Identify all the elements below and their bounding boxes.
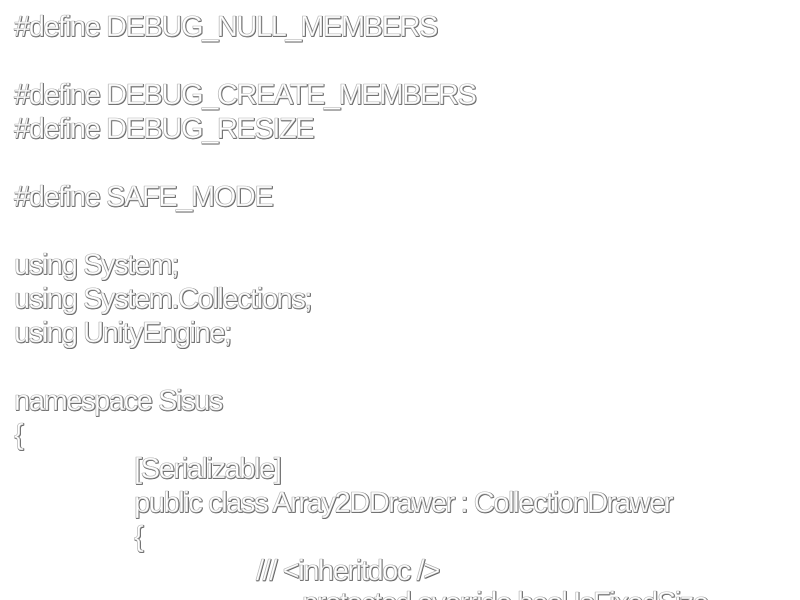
code-line-namespace-open-brace: { — [14, 419, 24, 452]
code-line-serializable-attribute: [Serializable] — [134, 453, 282, 486]
code-line-property-declaration-partial: protected override bool IsFixedSize — [302, 586, 710, 600]
code-document: #define DEBUG_NULL_MEMBERS #define DEBUG… — [0, 0, 800, 600]
code-line-define-debug-resize: #define DEBUG_RESIZE — [14, 113, 315, 146]
code-line-define-debug-null-members: #define DEBUG_NULL_MEMBERS — [14, 11, 439, 44]
code-line-using-system: using System; — [14, 249, 180, 282]
code-line-class-open-brace: { — [134, 521, 144, 554]
code-line-using-system-collections: using System.Collections; — [14, 283, 313, 316]
code-line-class-declaration: public class Array2DDrawer : CollectionD… — [134, 487, 674, 520]
code-line-define-debug-create-members: #define DEBUG_CREATE_MEMBERS — [14, 79, 477, 112]
code-line-using-unityengine: using UnityEngine; — [14, 317, 233, 350]
code-line-define-safe-mode: #define SAFE_MODE — [14, 181, 274, 214]
code-line-namespace: namespace Sisus — [14, 385, 224, 418]
code-line-inheritdoc-comment: /// <inheritdoc /> — [256, 555, 441, 588]
